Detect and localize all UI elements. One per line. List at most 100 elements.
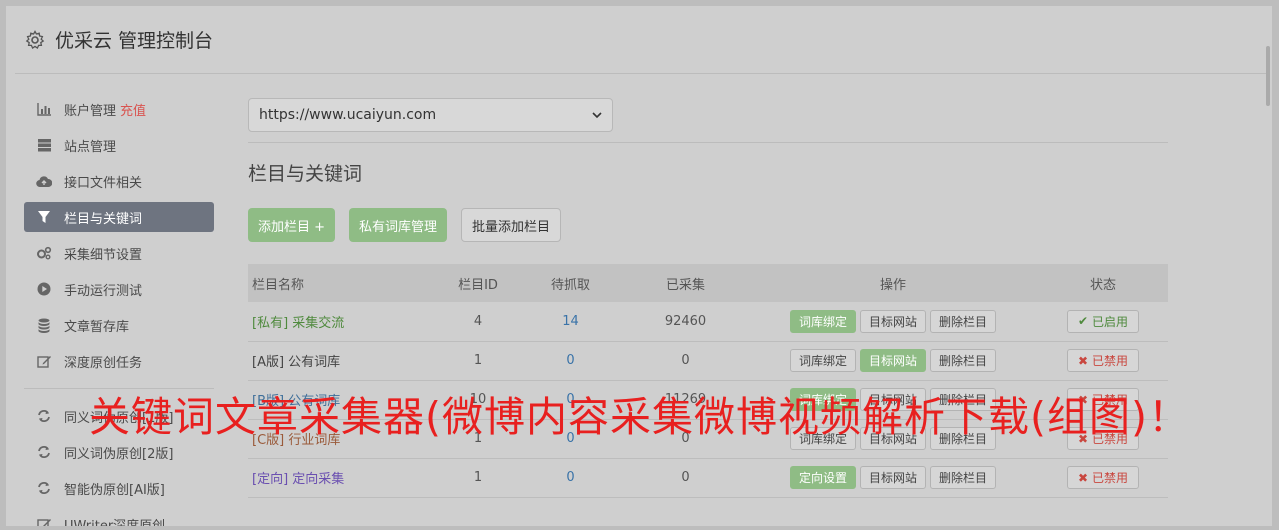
- close-icon: ✖: [1078, 431, 1089, 446]
- batch-add-column-button[interactable]: 批量添加栏目: [461, 208, 562, 242]
- sidebar-divider: [24, 388, 214, 389]
- status-disabled-button[interactable]: ✖ 已禁用: [1067, 427, 1139, 450]
- add-column-button[interactable]: 添加栏目 +: [248, 208, 336, 242]
- sidebar-item-label: 同义词伪原创[2版]: [64, 446, 174, 462]
- sidebar-item-label: 手动运行测试: [64, 283, 143, 299]
- pending-count: 0: [566, 353, 575, 368]
- refresh-icon: [36, 444, 52, 460]
- action-buttons: 添加栏目 + 私有词库管理 批量添加栏目: [248, 208, 1168, 242]
- edit-icon: [36, 516, 52, 526]
- collected-count: 0: [681, 353, 690, 368]
- lexicon-bind-button[interactable]: 词库绑定: [789, 388, 856, 411]
- app-window: 优采云 管理控制台 账户管理 充值 站点管理 接口文件相关 栏目与关键词 采集细…: [6, 6, 1272, 526]
- sidebar: 账户管理 充值 站点管理 接口文件相关 栏目与关键词 采集细节设置 手动运行测试…: [24, 94, 214, 526]
- cloud-upload-icon: [36, 173, 52, 189]
- delete-column-button[interactable]: 删除栏目: [930, 309, 997, 333]
- target-site-button[interactable]: 目标网站: [859, 466, 926, 489]
- header-status: 状态: [1089, 277, 1116, 293]
- sidebar-item-deep-original[interactable]: 深度原创任务: [24, 346, 214, 376]
- sidebar-item-label: 站点管理: [64, 139, 117, 155]
- columns-table: 栏目名称 栏目ID 待抓取 已采集 操作 状态 [私有] 采集交流 4 14 9…: [248, 264, 1168, 498]
- pending-count: 0: [566, 431, 575, 446]
- sidebar-item-synonym-v2[interactable]: 同义词伪原创[2版]: [24, 437, 214, 467]
- sidebar-item-interface-files[interactable]: 接口文件相关: [24, 166, 214, 196]
- status-label: 已禁用: [1091, 354, 1128, 368]
- close-icon: ✖: [1078, 353, 1089, 368]
- lexicon-bind-button[interactable]: 词库绑定: [789, 427, 856, 450]
- sidebar-item-label: 接口文件相关: [64, 175, 143, 191]
- sidebar-item-label: UWriter深度原创: [64, 518, 166, 527]
- close-icon: ✖: [1078, 392, 1089, 407]
- sidebar-item-ai-original[interactable]: 智能伪原创[AI版]: [24, 473, 214, 503]
- recharge-link[interactable]: 充值: [120, 100, 146, 119]
- sidebar-item-collect-settings[interactable]: 采集细节设置: [24, 238, 214, 268]
- sidebar-item-label: 采集细节设置: [64, 247, 143, 263]
- divider: [248, 142, 1168, 143]
- column-name-link[interactable]: [B版] 公有词库: [248, 380, 438, 419]
- scrollbar[interactable]: [1266, 46, 1270, 106]
- pending-count: 0: [566, 392, 575, 407]
- status-disabled-button[interactable]: ✖ 已禁用: [1067, 466, 1139, 489]
- sidebar-item-article-store[interactable]: 文章暂存库: [24, 310, 214, 340]
- column-name-link[interactable]: [C版] 行业词库: [248, 419, 438, 458]
- collected-count: 0: [681, 431, 690, 446]
- status-enabled-button[interactable]: ✔ 已启用: [1067, 309, 1139, 333]
- table-row: [C版] 行业词库 1 0 0 词库绑定 目标网站 删除栏目 ✖ 已禁用: [248, 419, 1168, 458]
- status-disabled-button[interactable]: ✖ 已禁用: [1067, 388, 1139, 411]
- header-name: 栏目名称: [252, 277, 305, 293]
- collected-count: 11269: [664, 392, 707, 407]
- pending-count: 0: [566, 470, 575, 485]
- edit-icon: [36, 353, 52, 369]
- column-id: 4: [473, 313, 483, 329]
- private-lexicon-button[interactable]: 私有词库管理: [349, 208, 448, 242]
- delete-column-button[interactable]: 删除栏目: [930, 466, 997, 489]
- collected-count: 92460: [664, 313, 707, 329]
- column-name-link[interactable]: [A版] 公有词库: [248, 341, 438, 380]
- target-site-button[interactable]: 目标网站: [859, 349, 926, 372]
- chevron-down-icon: [592, 111, 602, 118]
- site-select-value: https://www.ucaiyun.com: [259, 107, 437, 123]
- column-name-link[interactable]: [私有] 采集交流: [248, 302, 438, 341]
- lexicon-bind-button[interactable]: 词库绑定: [789, 309, 856, 333]
- sidebar-item-account[interactable]: 账户管理 充值: [24, 94, 214, 124]
- sidebar-item-manual-run[interactable]: 手动运行测试: [24, 274, 214, 304]
- table-row: [定向] 定向采集 1 0 0 定向设置 目标网站 删除栏目 ✖ 已禁用: [248, 458, 1168, 497]
- target-site-button[interactable]: 目标网站: [859, 309, 926, 333]
- sidebar-item-uwriter[interactable]: UWriter深度原创: [24, 509, 214, 526]
- delete-column-button[interactable]: 删除栏目: [930, 349, 997, 372]
- status-label: 已禁用: [1091, 432, 1128, 446]
- delete-column-button[interactable]: 删除栏目: [930, 388, 997, 411]
- header-collected: 已采集: [665, 277, 705, 293]
- directed-settings-button[interactable]: 定向设置: [789, 466, 856, 489]
- refresh-icon: [36, 408, 52, 424]
- sidebar-item-label: 账户管理: [64, 103, 117, 119]
- sidebar-item-columns-keywords[interactable]: 栏目与关键词: [24, 202, 214, 232]
- sidebar-item-label: 同义词伪原创[1版]: [64, 410, 174, 426]
- sidebar-item-sites[interactable]: 站点管理: [24, 130, 214, 160]
- sidebar-item-synonym-v1[interactable]: 同义词伪原创[1版]: [24, 401, 214, 431]
- header-id: 栏目ID: [458, 277, 498, 293]
- gear-icon: [25, 29, 45, 49]
- pending-count: 14: [562, 313, 579, 329]
- table-row: [私有] 采集交流 4 14 92460 词库绑定 目标网站 删除栏目 ✔ 已启…: [248, 302, 1168, 341]
- check-icon: ✔: [1078, 314, 1089, 329]
- table-header-row: 栏目名称 栏目ID 待抓取 已采集 操作 状态: [248, 264, 1168, 302]
- table-row: [A版] 公有词库 1 0 0 词库绑定 目标网站 删除栏目 ✖ 已禁用: [248, 341, 1168, 380]
- close-icon: ✖: [1078, 470, 1089, 485]
- lexicon-bind-button[interactable]: 词库绑定: [789, 349, 856, 372]
- filter-icon: [36, 209, 52, 225]
- collected-count: 0: [681, 470, 690, 485]
- column-id: 1: [473, 431, 483, 446]
- delete-column-button[interactable]: 删除栏目: [930, 427, 997, 450]
- target-site-button[interactable]: 目标网站: [859, 388, 926, 411]
- status-disabled-button[interactable]: ✖ 已禁用: [1067, 349, 1139, 372]
- header-pending: 待抓取: [550, 277, 590, 293]
- column-name-link[interactable]: [定向] 定向采集: [248, 458, 438, 497]
- status-label: 已禁用: [1091, 393, 1128, 407]
- target-site-button[interactable]: 目标网站: [859, 427, 926, 450]
- sidebar-item-label: 栏目与关键词: [64, 211, 143, 227]
- server-icon: [36, 137, 52, 153]
- play-icon: [36, 281, 52, 297]
- column-id: 10: [469, 392, 487, 407]
- site-select[interactable]: https://www.ucaiyun.com: [248, 98, 613, 132]
